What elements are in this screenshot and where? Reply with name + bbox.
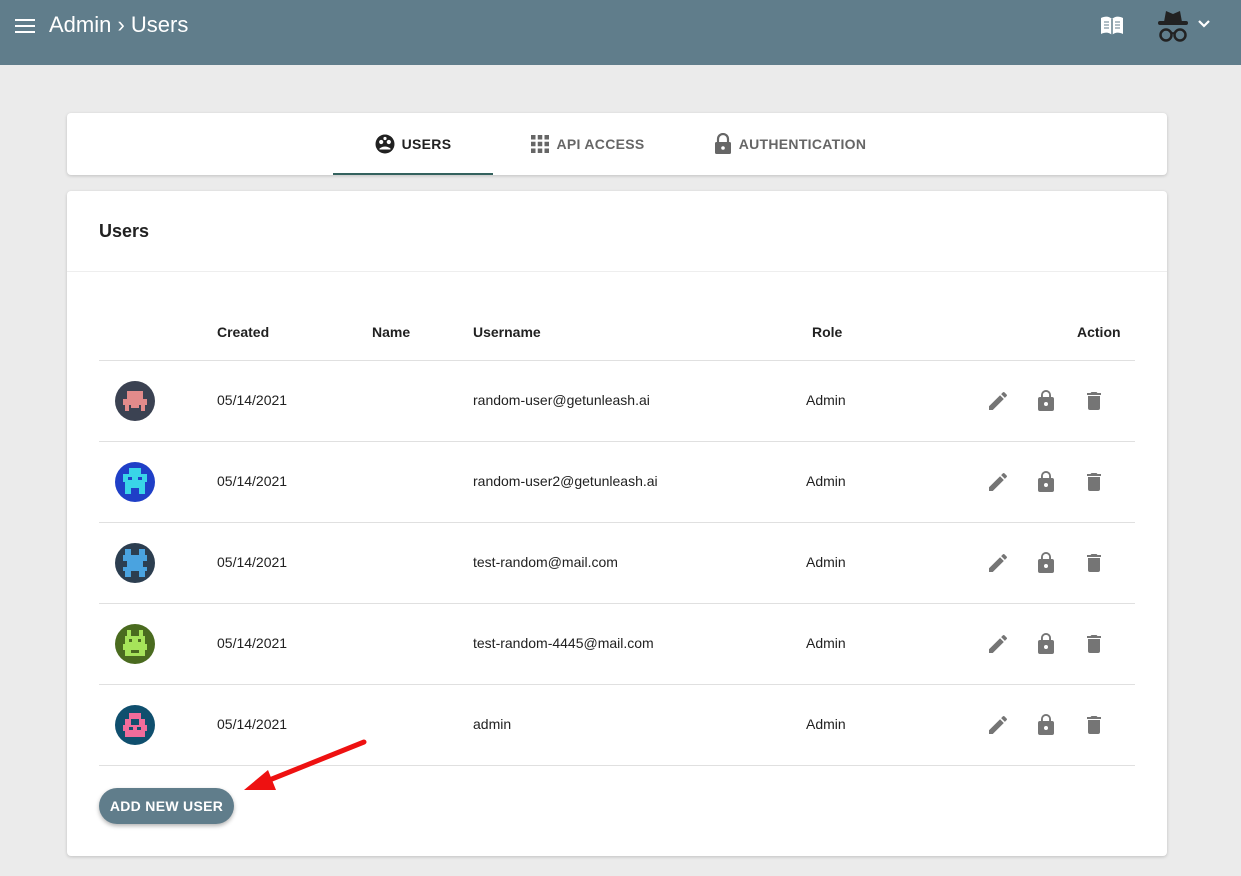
add-new-user-button[interactable]: ADD NEW USER	[99, 788, 234, 824]
admin-tabs: USERS API ACCESS AUTHENTICATION	[67, 113, 1167, 175]
user-avatar	[115, 543, 155, 583]
tab-api-access[interactable]: API ACCESS	[519, 113, 657, 175]
card-divider	[67, 271, 1167, 272]
user-avatar	[115, 624, 155, 664]
table-row: 05/14/2021 test-random-4445@mail.com Adm…	[99, 604, 1135, 685]
created-date: 05/14/2021	[217, 716, 288, 732]
column-header-role[interactable]: Role	[812, 324, 842, 340]
trash-icon[interactable]	[1082, 632, 1106, 656]
lock-icon[interactable]	[1034, 713, 1058, 737]
trash-icon[interactable]	[1082, 389, 1106, 413]
username: random-user2@getunleash.ai	[473, 473, 658, 489]
username: test-random-4445@mail.com	[473, 635, 654, 651]
lock-icon[interactable]	[1034, 470, 1058, 494]
username: test-random@mail.com	[473, 554, 618, 570]
column-header-action: Action	[1077, 324, 1121, 340]
user-role: Admin	[806, 473, 846, 489]
tab-users[interactable]: USERS	[333, 113, 493, 175]
created-date: 05/14/2021	[217, 392, 288, 408]
lock-icon	[714, 133, 731, 154]
user-role: Admin	[806, 554, 846, 570]
user-role: Admin	[806, 635, 846, 651]
created-date: 05/14/2021	[217, 554, 288, 570]
users-card: Users Created Name Username Role Action …	[67, 191, 1167, 856]
user-circle-icon	[375, 134, 395, 154]
tab-authentication[interactable]: AUTHENTICATION	[707, 113, 873, 175]
book-icon[interactable]	[1099, 15, 1125, 37]
table-row: 05/14/2021 random-user@getunleash.ai Adm…	[99, 361, 1135, 442]
lock-icon[interactable]	[1034, 632, 1058, 656]
pencil-icon[interactable]	[986, 470, 1010, 494]
pencil-icon[interactable]	[986, 632, 1010, 656]
column-header-username[interactable]: Username	[473, 324, 541, 340]
page-title: Admin › Users	[49, 12, 189, 37]
tab-users-label: USERS	[401, 136, 452, 152]
lock-icon[interactable]	[1034, 551, 1058, 575]
user-avatar	[115, 462, 155, 502]
pencil-icon[interactable]	[986, 389, 1010, 413]
user-avatar	[115, 705, 155, 745]
trash-icon[interactable]	[1082, 551, 1106, 575]
pencil-icon[interactable]	[986, 713, 1010, 737]
grid-icon	[531, 135, 550, 153]
trash-icon[interactable]	[1082, 713, 1106, 737]
user-role: Admin	[806, 392, 846, 408]
users-heading: Users	[99, 221, 150, 241]
tab-authentication-label: AUTHENTICATION	[738, 136, 867, 152]
user-role: Admin	[806, 716, 846, 732]
column-header-created[interactable]: Created	[217, 324, 269, 340]
table-row: 05/14/2021 admin Admin	[99, 685, 1135, 766]
chevron-down-icon[interactable]	[1198, 20, 1210, 28]
username: random-user@getunleash.ai	[473, 392, 650, 408]
lock-icon[interactable]	[1034, 389, 1058, 413]
username: admin	[473, 716, 512, 732]
column-header-name[interactable]: Name	[372, 324, 410, 340]
incognito-user-icon[interactable]	[1156, 8, 1216, 44]
user-avatar	[115, 381, 155, 421]
menu-icon[interactable]	[15, 16, 35, 34]
table-row: 05/14/2021 test-random@mail.com Admin	[99, 523, 1135, 604]
created-date: 05/14/2021	[217, 473, 288, 489]
tab-api-access-label: API ACCESS	[556, 136, 645, 152]
table-row: 05/14/2021 random-user2@getunleash.ai Ad…	[99, 442, 1135, 523]
created-date: 05/14/2021	[217, 635, 288, 651]
trash-icon[interactable]	[1082, 470, 1106, 494]
pencil-icon[interactable]	[986, 551, 1010, 575]
app-bar: Admin › Users	[0, 0, 1241, 65]
